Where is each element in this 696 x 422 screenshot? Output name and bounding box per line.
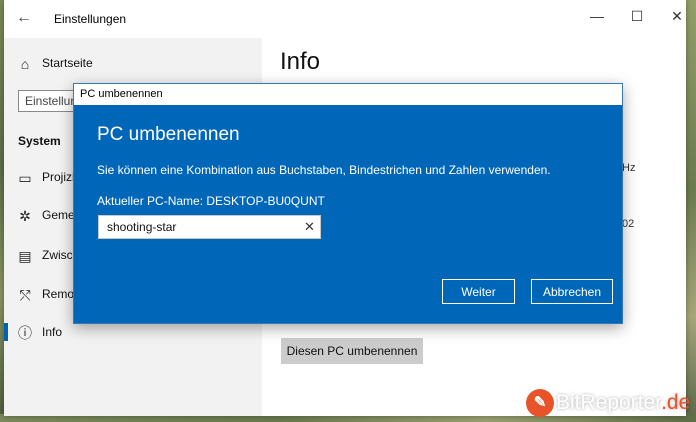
shared-experiences-icon: ✲ — [19, 208, 31, 224]
partial-spec-value: 02 — [622, 218, 635, 230]
sidebar-item-label: Projizi — [42, 170, 75, 184]
watermark-text: BitReporter.de — [556, 391, 690, 415]
rename-pc-button[interactable]: Diesen PC umbenennen — [281, 338, 423, 364]
section-heading: System — [18, 134, 61, 148]
current-pc-name: Aktueller PC-Name: DESKTOP-BU0QUNT — [97, 194, 325, 208]
minimize-button[interactable]: — — [582, 8, 612, 24]
cancel-button[interactable]: Abbrechen — [531, 279, 613, 304]
info-icon: ⓘ — [18, 325, 32, 341]
active-indicator — [4, 323, 8, 341]
rename-pc-dialog: PC umbenennen PC umbenennen Sie können e… — [73, 83, 623, 324]
pc-name-input-value: shooting-star — [107, 220, 177, 234]
projector-icon: ▭ — [18, 170, 32, 186]
clipboard-icon: ▤ — [18, 248, 32, 264]
maximize-button[interactable]: ☐ — [622, 8, 652, 25]
home-icon: ⌂ — [20, 56, 30, 72]
partial-spec-value: Hz — [622, 162, 636, 174]
watermark-brand: BitReporter — [556, 391, 662, 414]
watermark-suffix: .de — [661, 391, 691, 414]
window-title: Einstellungen — [54, 12, 127, 26]
dialog-heading: PC umbenennen — [97, 124, 240, 145]
next-button[interactable]: Weiter — [442, 279, 515, 304]
close-button[interactable]: ✕ — [662, 8, 692, 25]
clear-input-icon[interactable]: ✕ — [304, 219, 315, 235]
page-title: Info — [280, 48, 321, 75]
sidebar-item-label: Info — [42, 325, 63, 339]
back-arrow-icon[interactable]: ← — [16, 9, 32, 27]
title-bar: ← Einstellungen — ☐ ✕ — [4, 0, 686, 38]
sidebar-item-home[interactable]: ⌂ Startseite — [4, 46, 262, 80]
bitreporter-logo-icon: ✎ — [526, 389, 554, 417]
pc-name-input[interactable]: shooting-star ✕ — [98, 215, 321, 239]
dialog-description: Sie können eine Kombination aus Buchstab… — [97, 163, 551, 177]
sidebar-item-label: Startseite — [42, 56, 93, 70]
dialog-title-bar: PC umbenennen — [74, 84, 622, 105]
remote-desktop-icon: ⤲ — [19, 287, 31, 303]
dialog-window-title: PC umbenennen — [80, 88, 163, 100]
